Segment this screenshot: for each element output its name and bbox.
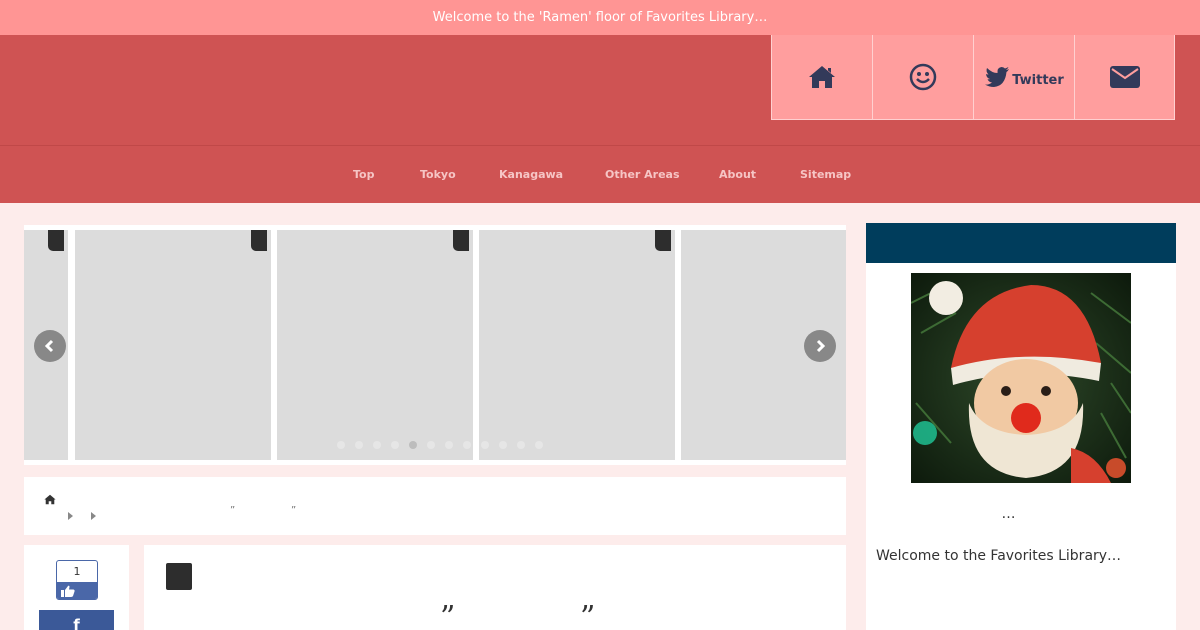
carousel-dot[interactable] [517,441,525,449]
article-category-icon [166,563,192,590]
carousel-slide[interactable] [479,230,675,460]
home-icon [809,66,835,88]
carousel-slide[interactable] [277,230,473,460]
carousel-next-button[interactable] [804,330,836,362]
carousel-dot[interactable] [409,441,417,449]
nav-item-top[interactable]: Top [353,146,374,204]
carousel-dot[interactable] [373,441,381,449]
carousel-dot[interactable] [481,441,489,449]
breadcrumb-separator-icon [68,512,73,520]
nav-item-kanagawa[interactable]: Kanagawa [499,146,563,204]
home-button[interactable] [771,35,872,120]
chevron-right-icon [816,339,826,353]
profile-image [911,273,1131,483]
carousel-slide[interactable] [75,230,271,460]
share-panel: 1 f [24,545,129,630]
sidebar-header [866,223,1176,263]
sidebar-welcome-text: Welcome to the Favorites Library… [876,548,1122,564]
article-card: ” ” [144,545,846,630]
category-tag [655,230,671,251]
mail-icon [1109,66,1140,88]
article-title-quote-open: ” [440,600,456,630]
smiley-icon [909,63,937,91]
nav-item-other-areas[interactable]: Other Areas [605,146,680,204]
breadcrumb-separator-icon [91,512,96,520]
breadcrumb-quote-open: ” [230,505,236,516]
carousel-pagination [337,441,553,449]
sidebar-author-name: … [1001,506,1016,522]
carousel-dot[interactable] [463,441,471,449]
carousel-dot[interactable] [337,441,345,449]
carousel-dot[interactable] [391,441,399,449]
twitter-label: Twitter [1012,72,1064,88]
sidebar: … Welcome to the Favorites Library… [866,223,1176,630]
carousel-dot[interactable] [445,441,453,449]
article-title-quote-close: ” [580,600,596,630]
chevron-left-icon [44,339,54,353]
carousel-dot[interactable] [355,441,363,449]
nav-item-about[interactable]: About [719,146,756,204]
home-icon [44,494,56,505]
category-tag [251,230,267,251]
twitter-icon [985,67,1010,87]
carousel-dot[interactable] [535,441,543,449]
profile-button[interactable] [872,35,973,120]
breadcrumb: ” ” [24,477,846,535]
mail-button[interactable] [1074,35,1175,120]
featured-carousel [24,225,846,465]
thumbs-up-icon [61,585,75,597]
site-header: Twitter [0,35,1200,145]
category-tag [453,230,469,251]
welcome-notice: Welcome to the 'Ramen' floor of Favorite… [0,0,1200,35]
like-counter[interactable]: 1 [56,560,98,600]
like-count: 1 [73,565,81,578]
category-tag [48,230,64,251]
facebook-share-button[interactable]: f [39,610,114,630]
main-nav: Top Tokyo Kanagawa Other Areas About Sit… [0,145,1200,203]
social-bar: Twitter [771,35,1175,120]
carousel-prev-button[interactable] [34,330,66,362]
carousel-dot[interactable] [427,441,435,449]
carousel-dot[interactable] [499,441,507,449]
breadcrumb-home[interactable] [44,490,56,509]
nav-item-sitemap[interactable]: Sitemap [800,146,851,204]
nav-item-tokyo[interactable]: Tokyo [420,146,456,204]
twitter-button[interactable]: Twitter [973,35,1074,120]
breadcrumb-quote-close: ” [291,505,297,516]
